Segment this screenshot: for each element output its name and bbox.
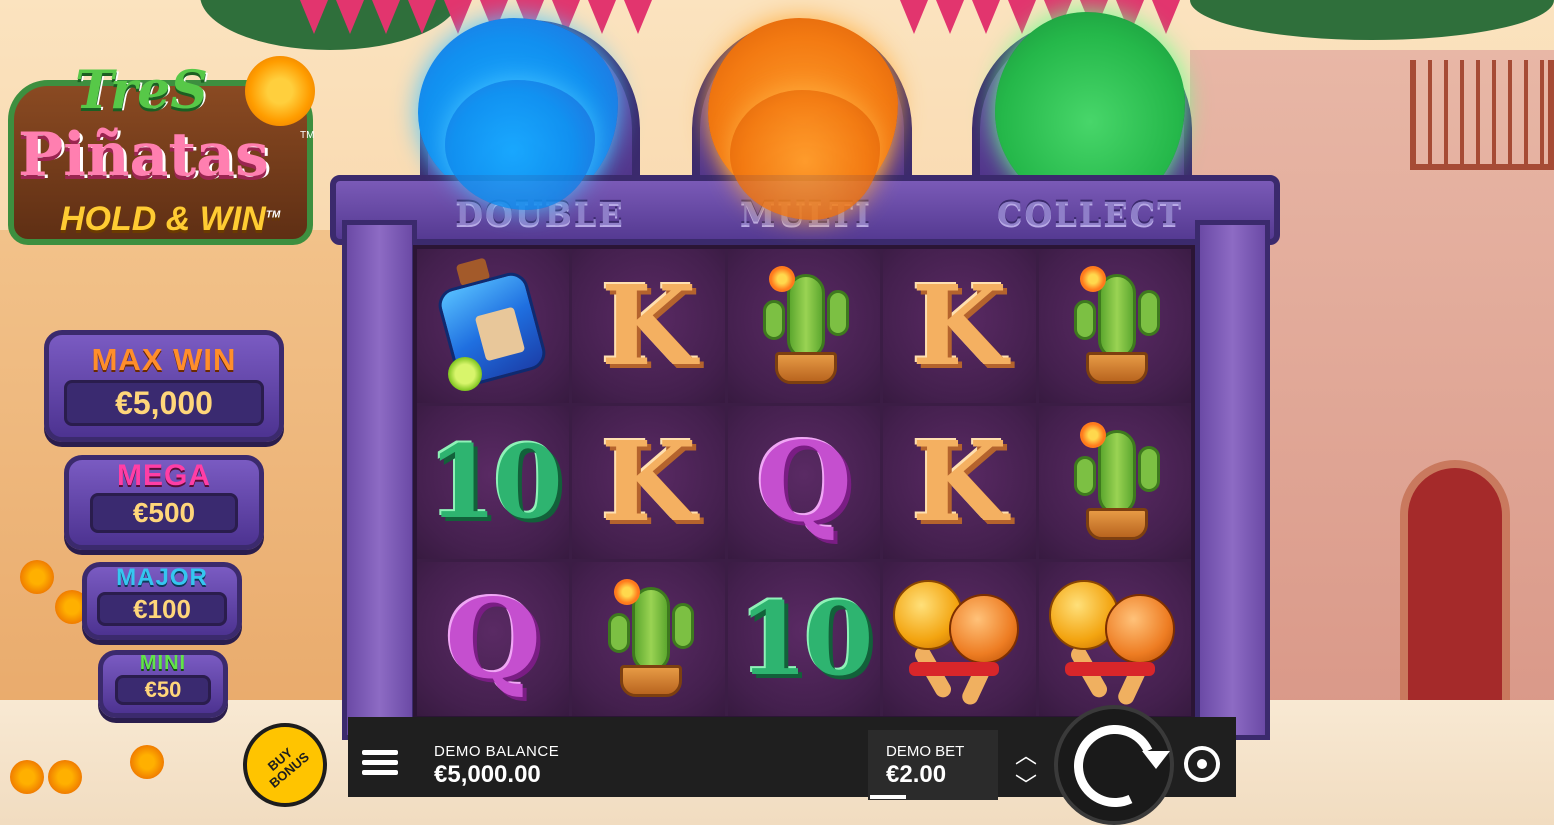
symbol-10: 10	[738, 580, 873, 699]
jackpot-label: MINI	[139, 652, 187, 674]
marigold-icon	[245, 56, 315, 126]
maracas-icon	[889, 574, 1029, 708]
jackpot-value: €5,000	[64, 380, 264, 426]
balcony	[1410, 60, 1554, 170]
bet-label: DEMO BET	[886, 743, 965, 760]
door	[1400, 460, 1510, 730]
reel-cell: K	[883, 405, 1036, 560]
game-logo: TreS Piñatas TM HOLD & WINTM	[0, 50, 320, 245]
cactus-icon	[1060, 265, 1170, 386]
potion-icon	[434, 257, 550, 391]
autoplay-icon[interactable]	[1184, 746, 1220, 782]
cactus-icon	[594, 579, 704, 699]
reel-cell	[727, 249, 881, 403]
jackpot-label: MAJOR	[116, 564, 208, 591]
cactus-icon	[1060, 422, 1170, 542]
marigold-icon	[20, 560, 54, 594]
logo-subtitle: HOLD & WINTM	[60, 200, 280, 239]
buy-bonus-button[interactable]: BUY BONUS	[243, 723, 327, 807]
cactus-icon	[749, 265, 859, 386]
maracas-icon	[1045, 574, 1185, 708]
buy-bonus-label: BUY BONUS	[264, 744, 312, 791]
reel-cell: 10	[727, 562, 881, 716]
marigold-icon	[10, 760, 44, 794]
reel-cell	[1038, 562, 1191, 716]
balance-label: DEMO BALANCE	[434, 743, 560, 760]
symbol-k: K	[911, 260, 1008, 390]
jackpot-value: €50	[115, 675, 211, 705]
pillar-left	[342, 220, 417, 740]
bet-indicator	[870, 795, 906, 799]
reel-cell	[1038, 249, 1191, 403]
logo-subtitle-trademark: TM	[265, 209, 281, 221]
symbol-10: 10	[427, 423, 563, 542]
reel-cell: K	[883, 249, 1036, 403]
jackpot-value: €100	[97, 592, 227, 626]
symbol-k: K	[911, 417, 1008, 547]
reel-grid: K K 10 K Q K Q 10	[413, 245, 1195, 720]
jackpot-mini: MINI €50	[98, 650, 228, 718]
logo-title-line2: Piñatas	[18, 120, 269, 190]
marigold-icon	[130, 745, 164, 779]
spin-arrow-icon	[1142, 751, 1170, 769]
reel-cell	[572, 562, 725, 716]
symbol-q: Q	[445, 574, 542, 704]
spin-button[interactable]	[1054, 705, 1174, 825]
jackpot-value: €500	[90, 493, 238, 533]
logo-title-line1: TreS	[75, 60, 208, 121]
symbol-q: Q	[756, 417, 852, 547]
mode-label-collect: COLLECT	[996, 195, 1183, 233]
reel-cell: 10	[417, 405, 570, 560]
reel-cell	[417, 249, 570, 403]
symbol-k: K	[600, 417, 697, 547]
marigold-icon	[48, 760, 82, 794]
bet-value: €2.00	[886, 761, 947, 788]
jackpot-label: MAX WIN	[91, 342, 237, 377]
jackpot-major: MAJOR €100	[82, 562, 242, 640]
reel-cell: Q	[417, 562, 570, 716]
reel-cell: Q	[727, 405, 881, 560]
reel-cell	[883, 562, 1036, 716]
jackpot-max-win: MAX WIN €5,000	[44, 330, 284, 442]
logo-subtitle-text: HOLD & WIN	[60, 200, 266, 238]
reel-cell: K	[572, 405, 725, 560]
jackpot-mega: MEGA €500	[64, 455, 264, 550]
reel-cell: K	[572, 249, 725, 403]
hamburger-menu-icon[interactable]	[362, 745, 402, 785]
logo-trademark: TM	[300, 130, 315, 141]
pillar-right	[1195, 220, 1270, 740]
jackpot-label: MEGA	[117, 459, 211, 492]
symbol-k: K	[600, 260, 697, 390]
bet-decrease-chevron-down-icon[interactable]: ﹀	[1012, 768, 1040, 798]
balance-value: €5,000.00	[434, 761, 541, 788]
reel-cell	[1038, 405, 1191, 560]
bet-increase-chevron-up-icon[interactable]: ︿	[1012, 738, 1040, 768]
